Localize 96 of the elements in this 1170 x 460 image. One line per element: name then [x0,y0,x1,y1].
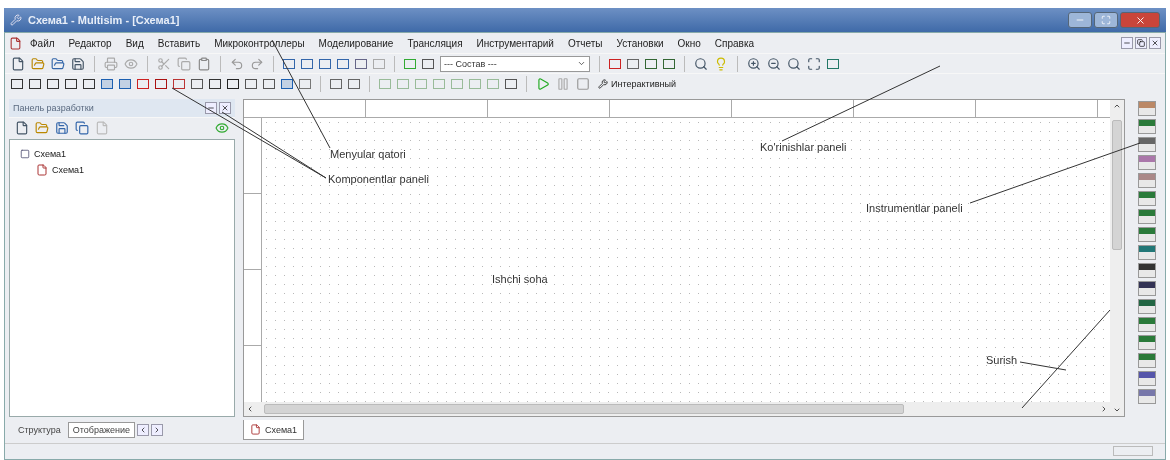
restore-button[interactable] [1135,37,1147,49]
menu-item[interactable]: Вставить [151,37,207,49]
schematic-icon [250,424,261,435]
component-icon[interactable] [11,78,23,89]
zoom-out-icon[interactable] [767,56,781,71]
menu-item[interactable]: Установки [610,37,670,49]
menu-item[interactable]: Вид [119,37,150,49]
component-icon[interactable] [209,78,221,89]
annotation-label: Menyular qatori [330,148,406,160]
component-icon[interactable] [191,78,203,89]
restore-icon [1137,39,1145,47]
annotation-label: Instrumentlar paneli [866,202,963,214]
window-icon[interactable] [75,120,89,135]
menu-item[interactable]: Трансляция [401,37,469,49]
play-icon[interactable] [536,76,550,91]
redo-icon[interactable] [250,56,264,71]
view-icon[interactable] [283,58,295,69]
minimize-button[interactable] [1121,37,1133,49]
eye-icon[interactable] [215,120,229,135]
minimize-button[interactable] [1068,12,1092,28]
open-icon[interactable] [51,56,65,71]
close-icon [221,104,229,112]
app-icon [10,14,22,26]
component-icon[interactable] [663,58,675,69]
instrument-icon[interactable] [1138,263,1156,278]
maximize-button[interactable] [1094,12,1118,28]
component-icon[interactable] [645,58,657,69]
mode-button[interactable]: Интерактивный [596,75,678,92]
paste-icon[interactable] [197,56,211,71]
minimize-icon [1123,39,1131,47]
menu-item[interactable]: Окно [671,37,707,49]
view-icon[interactable] [337,58,349,69]
instrument-icon[interactable] [1138,299,1156,314]
menu-item[interactable]: Файл [24,37,61,49]
zoom-area-icon[interactable] [787,56,801,71]
panel-tab[interactable]: Структура [13,422,66,438]
annotation-label: Ishchi soha [492,273,548,285]
view-icon[interactable] [355,58,367,69]
menu-item[interactable]: Моделирование [312,37,400,49]
schematic-icon [36,164,48,176]
hierarchy-icon[interactable] [404,58,416,69]
caret-icon [577,59,586,68]
panel-tab[interactable]: Отображение [67,422,135,438]
menu-item[interactable]: Редактор [62,37,118,49]
instrument-icon[interactable] [1138,137,1156,152]
search-icon[interactable] [694,56,708,71]
menu-item[interactable]: Справка [708,37,761,49]
connector-icon[interactable] [422,58,434,69]
component-icon[interactable] [227,78,239,89]
previous-button[interactable] [136,424,149,436]
document-tab[interactable]: Схема1 [243,420,305,440]
zoom-in-icon[interactable] [747,56,761,71]
tree-item[interactable]: Схема1 [34,149,67,159]
component-icon[interactable] [245,78,257,89]
view-icon[interactable] [301,58,313,69]
menu-item[interactable]: Отчеты [561,37,609,49]
fullscreen-icon[interactable] [827,58,839,69]
window-title: Схема1 - Multisim - [Схема1] [28,14,180,26]
component-icon[interactable] [263,78,275,89]
maximize-icon [1101,15,1111,25]
next-button[interactable] [150,424,163,436]
close-icon [1134,14,1146,26]
close-button[interactable] [1149,37,1161,49]
new-icon[interactable] [11,56,25,71]
close-icon [1151,39,1159,47]
document-icon [9,36,22,50]
annotation-label: Komponentlar paneli [328,173,429,185]
checkbox-icon[interactable] [20,149,30,159]
horizontal-scrollbar[interactable] [244,402,1110,416]
annotation-label: Surish [986,354,1018,366]
close-button[interactable] [219,102,231,114]
instrument-icon[interactable] [1138,281,1156,296]
component-icon[interactable] [83,78,95,89]
probe-icon[interactable] [505,78,517,89]
zoom-fit-icon[interactable] [807,56,821,71]
save-icon[interactable] [71,56,85,71]
annotation-label: Ko'rinishlar paneli [760,141,847,153]
dropdown-field[interactable]: --- Состав --- [440,55,590,72]
panel-title: Панель разработки [13,103,94,113]
minus-icon [207,104,215,112]
menu-item[interactable]: Инструментарий [470,37,560,49]
instrument-icon[interactable] [1138,371,1156,386]
component-icon[interactable] [65,78,77,89]
component-icon[interactable] [47,78,59,89]
vertical-scrollbar[interactable] [1110,100,1124,416]
open-icon[interactable] [35,120,49,135]
component-icon[interactable] [29,78,41,89]
new-icon[interactable] [15,120,29,135]
wrench-icon [598,78,608,89]
component-icon[interactable] [155,78,167,89]
undo-icon[interactable] [230,56,244,71]
view-icon[interactable] [319,58,331,69]
tree-item[interactable]: Схема1 [52,165,85,175]
save-icon[interactable] [55,120,69,135]
menu-item[interactable]: Микроконтроллеры [208,37,311,49]
open-icon[interactable] [31,56,45,71]
